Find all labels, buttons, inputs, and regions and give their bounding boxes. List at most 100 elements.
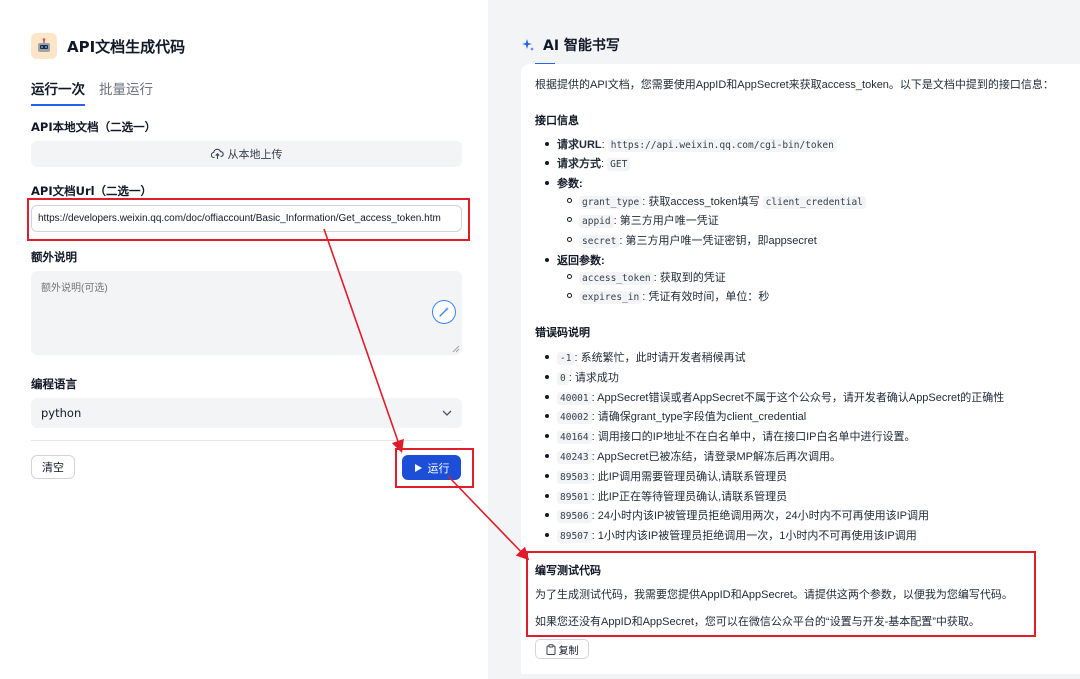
annotation-box-run: [395, 448, 474, 488]
param-code: grant_type: [579, 196, 643, 209]
upload-label: 从本地上传: [227, 148, 283, 161]
request-method-item: 请求方式: GET: [557, 155, 631, 171]
error-item: 40164: 调用接口的IP地址不在白名单中，请在接口IP白名单中进行设置。: [557, 428, 916, 444]
output-header: AI 智能书写: [521, 35, 620, 55]
param-desc: 第三方用户唯一凭证密钥，即appsecret: [625, 235, 817, 247]
error-code: -1: [557, 352, 575, 365]
param-item: grant_type: 获取access_token填写 client_cred…: [579, 193, 866, 209]
intro-text: 根据提供的API文档，您需要使用AppID和AppSecret来获取access…: [535, 79, 1054, 91]
param-item: secret: 第三方用户唯一凭证密钥，即appsecret: [579, 232, 817, 248]
error-code: 89501: [557, 491, 592, 504]
params-key-text: 参数: [557, 178, 579, 190]
request-method-value: GET: [607, 158, 631, 171]
magic-wand-icon[interactable]: [432, 300, 456, 324]
sub-bullet: [567, 293, 572, 298]
tab-run-once[interactable]: 运行一次: [31, 78, 85, 106]
error-item: 0: 请求成功: [557, 369, 619, 385]
error-code: 89506: [557, 510, 592, 523]
error-desc: 系统繁忙，此时请开发者稍候再试: [580, 352, 746, 364]
local-doc-label: API本地文档（二选一）: [31, 120, 157, 134]
request-url-value: https://api.weixin.qq.com/cgi-bin/token: [607, 139, 837, 152]
language-label: 编程语言: [31, 377, 77, 391]
copy-button[interactable]: 复制: [535, 639, 589, 659]
cloud-upload-icon: [210, 148, 224, 159]
return-item: access_token: 获取到的凭证: [579, 269, 726, 285]
error-code: 0: [557, 372, 569, 385]
app-header: API文档生成代码: [31, 32, 185, 60]
error-item: 40001: AppSecret错误或者AppSecret不属于这个公众号，请开…: [557, 389, 1004, 405]
request-method-key: 请求方式: [557, 158, 601, 170]
clear-button[interactable]: 清空: [31, 455, 75, 479]
request-url-item: 请求URL: https://api.weixin.qq.com/cgi-bin…: [557, 136, 837, 152]
error-code: 40001: [557, 392, 592, 405]
error-desc: 此IP正在等待管理员确认,请联系管理员: [597, 491, 788, 503]
error-code: 89507: [557, 530, 592, 543]
sub-bullet: [567, 198, 572, 203]
param-code: client_credential: [762, 196, 866, 209]
section-test: 编写测试代码: [535, 565, 601, 577]
test-paragraph-1: 为了生成测试代码，我需要您提供AppID和AppSecret。请提供这两个参数，…: [535, 589, 1013, 601]
sub-bullet: [567, 217, 572, 222]
annotation-box-url: [27, 198, 470, 241]
upload-button[interactable]: 从本地上传: [31, 141, 462, 167]
error-item: 40243: AppSecret已被冻结，请登录MP解冻后再次调用。: [557, 448, 841, 464]
error-desc: 调用接口的IP地址不在白名单中，请在接口IP白名单中进行设置。: [597, 431, 916, 443]
error-desc: AppSecret错误或者AppSecret不属于这个公众号，请开发者确认App…: [597, 392, 1005, 404]
return-key-text: 返回参数: [557, 255, 601, 267]
chevron-down-icon: [442, 410, 452, 416]
sub-bullet: [567, 274, 572, 279]
bullet: [545, 395, 549, 399]
extra-notes-textarea[interactable]: [31, 271, 462, 355]
extra-label: 额外说明: [31, 250, 77, 264]
error-item: 89501: 此IP正在等待管理员确认,请联系管理员: [557, 488, 787, 504]
param-desc: 第三方用户唯一凭证: [619, 215, 719, 227]
bullet: [545, 414, 549, 418]
error-item: 89503: 此IP调用需要管理员确认,请联系管理员: [557, 468, 787, 484]
error-desc: 请确保grant_type字段值为client_credential: [597, 411, 807, 423]
app-title: API文档生成代码: [67, 37, 186, 56]
bullet: [545, 161, 549, 165]
error-item: 40002: 请确保grant_type字段值为client_credentia…: [557, 408, 806, 424]
tab-bar: 运行一次 批量运行: [31, 78, 153, 106]
bullet: [545, 454, 549, 458]
error-desc: 请求成功: [574, 372, 619, 384]
bullet: [545, 355, 549, 359]
bullet: [545, 434, 549, 438]
sub-bullet: [567, 237, 572, 242]
return-item: expires_in: 凭证有效时间，单位：秒: [579, 288, 769, 304]
error-item: 89507: 1小时内该IP被管理员拒绝调用一次，1小时内不可再使用该IP调用: [557, 527, 917, 543]
error-code: 40243: [557, 451, 592, 464]
return-code: access_token: [579, 272, 654, 285]
return-code: expires_in: [579, 291, 643, 304]
sparkle-icon: [522, 39, 534, 51]
error-code: 89503: [557, 471, 592, 484]
language-value: python: [41, 406, 82, 420]
return-desc: 获取到的凭证: [659, 272, 726, 284]
output-title: AI 智能书写: [543, 38, 620, 54]
error-desc: AppSecret已被冻结，请登录MP解冻后再次调用。: [597, 451, 841, 463]
error-code: 40164: [557, 431, 592, 444]
bullet: [545, 513, 549, 517]
bullet: [545, 181, 549, 185]
error-desc: 24小时内该IP被管理员拒绝调用两次，24小时内不可再使用该IP调用: [597, 510, 929, 522]
param-item: appid: 第三方用户唯一凭证: [579, 212, 719, 228]
bullet: [545, 494, 549, 498]
left-panel: API文档生成代码 运行一次 批量运行 API本地文档（二选一） 从本地上传 A…: [0, 0, 488, 679]
return-key: 返回参数:: [557, 255, 605, 267]
error-item: 89506: 24小时内该IP被管理员拒绝调用两次，24小时内不可再使用该IP调…: [557, 507, 929, 523]
param-code: appid: [579, 215, 614, 228]
error-code: 40002: [557, 411, 592, 424]
resize-handle-icon[interactable]: [452, 345, 460, 353]
param-desc: 获取access_token填写: [648, 196, 760, 208]
section-errors: 错误码说明: [535, 327, 590, 339]
bullet: [545, 533, 549, 537]
tab-batch-run[interactable]: 批量运行: [99, 78, 153, 106]
language-select[interactable]: python: [31, 398, 462, 428]
error-desc: 此IP调用需要管理员确认,请联系管理员: [597, 471, 788, 483]
test-paragraph-2: 如果您还没有AppID和AppSecret，您可以在微信公众平台的“设置与开发-…: [535, 616, 980, 628]
url-label: API文档Url（二选一）: [31, 184, 153, 198]
params-key: 参数:: [557, 178, 583, 190]
bullet: [545, 258, 549, 262]
clipboard-icon: [546, 643, 555, 655]
bullet: [545, 375, 549, 379]
